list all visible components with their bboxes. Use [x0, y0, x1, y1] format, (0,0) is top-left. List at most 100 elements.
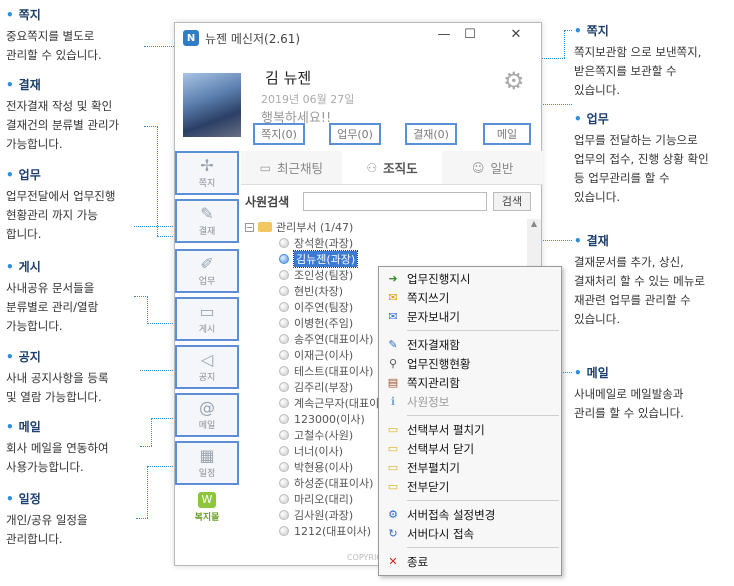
tree-member-row[interactable]: 김뉴젠(과장) — [245, 250, 525, 268]
at-icon: @ — [199, 398, 215, 417]
nav-iljeong[interactable]: ▦ 일정 — [175, 441, 239, 485]
context-menu-item[interactable]: ▭ 전부펼치기 — [379, 458, 561, 477]
org-chart-icon: ⚇ — [366, 160, 378, 175]
connector-line — [134, 296, 148, 297]
member-name: 고철수(사원) — [294, 429, 354, 442]
profile-photo[interactable] — [183, 73, 241, 137]
annotation-line: 회사 메일을 연동하여 — [6, 441, 109, 455]
context-menu-item[interactable]: ▤ 쪽지관리함 — [379, 373, 561, 392]
context-menu: ➜ 업무진행지시 ✉ 쪽지쓰기 ✉ 문자보내기 ✎ 전자결재함 ⚲ 업무진행현황 ▤ 쪽지관리함 ℹ 사원… — [378, 266, 562, 576]
mail-button[interactable]: 메일 — [483, 123, 531, 145]
search-button[interactable]: 검색 — [493, 191, 531, 211]
nav-label: 공지 — [198, 373, 216, 383]
menu-item-icon: ▭ — [387, 423, 399, 436]
status-icon — [279, 270, 289, 280]
menu-item-icon: ▭ — [387, 461, 399, 474]
annotation-left-gesi: 게시 사내공유 문서들을 분류별로 관리/열람 가능합니다. — [6, 258, 98, 336]
nav-gongji[interactable]: ◁ 공지 — [175, 345, 239, 389]
scroll-up-icon[interactable]: ▲ — [527, 219, 541, 228]
context-menu-item[interactable]: ▭ 선택부서 닫기 — [379, 439, 561, 458]
maximize-button[interactable]: ☐ — [457, 27, 483, 42]
title-bar[interactable]: N 뉴젠 메신저(2.61) — [175, 23, 541, 53]
connector-line — [134, 226, 175, 227]
context-menu-item[interactable]: ⚙ 서버접속 설정변경 — [379, 505, 561, 524]
tab-org-chart[interactable]: ⚇ 조직도 — [341, 151, 443, 184]
context-menu-item[interactable]: ✉ 문자보내기 — [379, 307, 561, 326]
annotation-left-eopmu: 업무 업무전달에서 업무진행 현황관리 까지 가능 합니다. — [6, 166, 115, 244]
context-menu-item[interactable]: ▭ 전부닫기 — [379, 477, 561, 496]
connector-line — [140, 446, 152, 447]
menu-separator — [407, 415, 559, 416]
close-button[interactable]: ✕ — [503, 27, 529, 42]
gear-icon[interactable]: ⚙ — [503, 67, 525, 95]
jjokji-count-button[interactable]: 쪽지(0) — [253, 123, 305, 145]
nav-gesi[interactable]: ▭ 게시 — [175, 297, 239, 341]
member-name: 현빈(차장) — [294, 285, 344, 298]
connector-line — [542, 58, 565, 59]
member-name: 이주연(팀장) — [294, 301, 354, 314]
connector-line — [147, 466, 148, 518]
tree-dept-node[interactable]: − 관리부서 (1/47) — [245, 219, 525, 235]
member-name: 이병헌(주임) — [294, 317, 354, 330]
member-name: 김뉴젠(과장) — [292, 250, 359, 268]
menu-item-label: 서버다시 접속 — [407, 526, 475, 541]
context-menu-item[interactable]: ↻ 서버다시 접속 — [379, 524, 561, 543]
status-icon — [279, 446, 289, 456]
status-icon — [279, 430, 289, 440]
menu-item-label: 사원정보 — [407, 394, 450, 409]
folder-icon — [258, 222, 272, 232]
chat-icon: ▭ — [259, 160, 271, 175]
nav-jjokji[interactable]: ✢ 쪽지 — [175, 151, 239, 195]
folder-icon: ▭ — [199, 302, 215, 321]
context-menu-item[interactable]: ✕ 종료 — [379, 552, 561, 571]
tab-general[interactable]: ☺ 일반 — [442, 151, 544, 184]
context-menu-item[interactable]: ✎ 전자결재함 — [379, 335, 561, 354]
nav-eopmu[interactable]: ✐ 업무 — [175, 249, 239, 293]
menu-item-label: 선택부서 펼치기 — [407, 422, 485, 437]
nav-label: 결재 — [198, 227, 216, 237]
nav-label: 일정 — [198, 469, 216, 479]
annotation-title: 결재 — [6, 76, 119, 95]
nav-gyeoljae[interactable]: ✎ 결재 — [175, 199, 239, 243]
app-logo-icon: N — [183, 30, 199, 46]
annotation-left-mail: 메일 회사 메일을 연동하여 사용가능합니다. — [6, 418, 109, 477]
menu-item-label: 전부펼치기 — [407, 460, 460, 475]
nav-label: 업무 — [198, 277, 216, 287]
annotation-line: 및 열람 가능합니다. — [6, 390, 102, 404]
gyeoljae-count-button[interactable]: 결재(0) — [405, 123, 457, 145]
context-menu-item[interactable]: ✉ 쪽지쓰기 — [379, 288, 561, 307]
search-input[interactable] — [303, 191, 487, 211]
status-icon — [279, 254, 289, 264]
member-name: 123000(이사) — [294, 413, 365, 426]
member-name: 1212(대표이사) — [294, 525, 372, 538]
connector-line — [147, 323, 175, 324]
context-menu-item[interactable]: ▭ 선택부서 펼치기 — [379, 420, 561, 439]
annotation-line: 중요쪽지를 별도로 — [6, 29, 95, 43]
nav-bokjimall[interactable]: W 복지몰 — [175, 487, 239, 527]
menu-item-label: 쪽지관리함 — [407, 375, 460, 390]
member-name: 테스트(대표이사) — [294, 365, 374, 378]
connector-line — [564, 30, 565, 58]
context-menu-item[interactable]: ⚲ 업무진행현황 — [379, 354, 561, 373]
collapse-icon[interactable]: − — [245, 222, 254, 232]
tab-recent-chat[interactable]: ▭ 최근채팅 — [241, 151, 342, 184]
tree-member-row[interactable]: 장석환(과장) — [245, 235, 525, 251]
nav-mail[interactable]: @ 메일 — [175, 393, 239, 437]
status-icon — [279, 478, 289, 488]
connector-line — [140, 370, 175, 371]
menu-item-icon: ⚲ — [388, 357, 398, 370]
annotation-line: 있습니다. — [574, 83, 620, 97]
bokjimall-icon: W — [198, 491, 216, 508]
menu-item-label: 종료 — [407, 554, 429, 569]
menu-item-label: 업무진행현황 — [407, 356, 471, 371]
annotation-right-jjokji: 쪽지 쪽지보관함 으로 보낸쪽지, 받은쪽지를 보관할 수 있습니다. — [574, 22, 701, 100]
annotation-title: 메일 — [574, 364, 684, 383]
minimize-button[interactable]: — — [431, 27, 457, 42]
eopmu-count-button[interactable]: 업무(0) — [329, 123, 381, 145]
status-icon — [279, 366, 289, 376]
annotation-line: 재관련 업무를 관리할 수 — [574, 293, 691, 307]
member-name: 이재근(이사) — [294, 349, 354, 362]
status-icon — [279, 286, 289, 296]
menu-item-label: 문자보내기 — [407, 309, 460, 324]
context-menu-item[interactable]: ➜ 업무진행지시 — [379, 269, 561, 288]
